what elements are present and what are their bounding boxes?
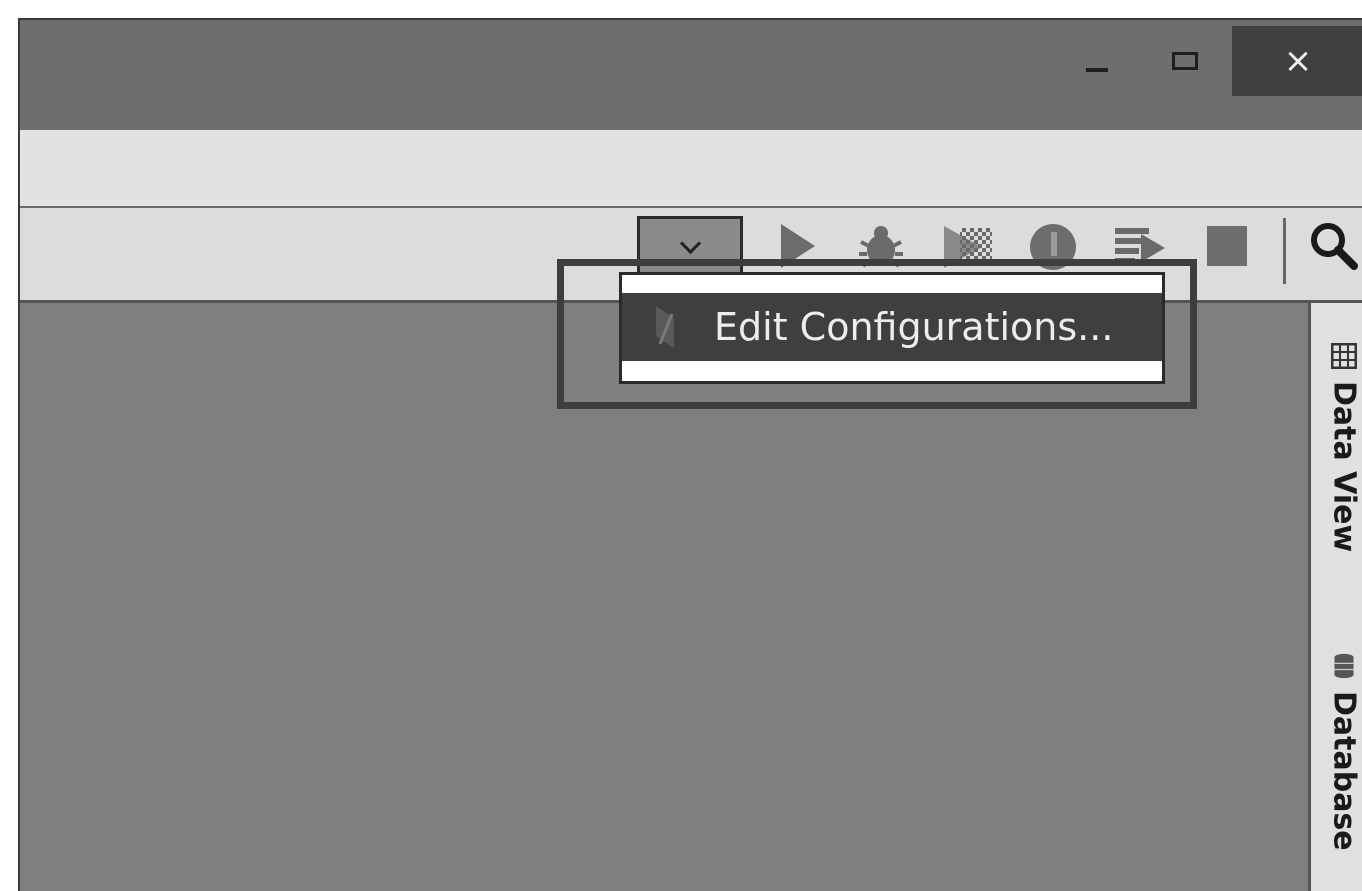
search-icon (1311, 223, 1358, 270)
tab-database[interactable]: Database (1311, 653, 1362, 851)
stop-button[interactable] (1207, 226, 1247, 266)
tab-database-label: Database (1326, 691, 1362, 851)
database-icon (1334, 653, 1354, 679)
tab-data-view-label: Data View (1326, 381, 1362, 553)
right-tool-window-bar: Data View Database (1308, 303, 1362, 891)
menu-item-edit-configurations[interactable]: Edit Configurations... (622, 293, 1162, 361)
tab-data-view[interactable]: Data View (1311, 343, 1362, 552)
maximize-icon (1172, 52, 1198, 70)
chevron-down-icon (679, 232, 701, 254)
menu-item-label: Edit Configurations... (714, 305, 1114, 349)
maximize-button[interactable] (1150, 26, 1220, 96)
minimize-button[interactable] (1062, 26, 1132, 96)
menu-bar (20, 130, 1362, 208)
edit-configurations-icon (656, 306, 674, 348)
close-button[interactable]: × (1232, 26, 1362, 96)
run-configuration-popup: Edit Configurations... (619, 272, 1165, 384)
toolbar-separator (1283, 218, 1286, 284)
title-bar: × (20, 20, 1362, 130)
search-everywhere-button[interactable] (1308, 220, 1360, 272)
table-grid-icon (1331, 343, 1357, 369)
minimize-icon (1086, 68, 1108, 72)
ide-window: × Data View Database (18, 18, 1362, 891)
close-icon: × (1283, 41, 1313, 81)
